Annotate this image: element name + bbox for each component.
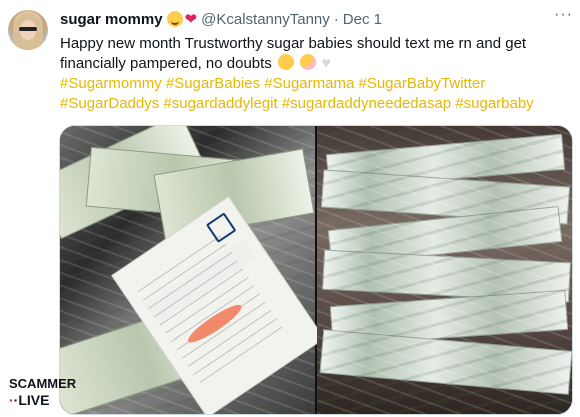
avatar[interactable] [8,10,48,50]
author-name[interactable]: sugar mommy [60,11,163,28]
hashtags-line-2[interactable]: #SugarDaddys #sugardaddylegit #sugardadd… [60,94,565,114]
hashtags-line-1[interactable]: #Sugarmommy #SugarBabies #Sugarmama #Sug… [60,74,565,94]
red-heart-icon: ❤ [184,11,198,28]
money-texture [317,126,572,414]
kissing-face-icon [300,54,317,70]
watermark-line-1: SCAMMER [9,376,77,391]
tweet-card[interactable]: sugar mommy ❤ @KcalstannyTanny · Dec 1 ·… [0,0,580,417]
meta-separator: · [333,10,339,28]
author-handle[interactable]: @KcalstannyTanny [201,11,330,28]
tweet-date[interactable]: Dec 1 [343,11,382,28]
more-options-button[interactable]: ··· [554,6,573,24]
scammer-live-watermark: SCAMMER ··LIVE [9,375,77,409]
tweet-text-line-1: Happy new month Trustworthy sugar babies… [60,35,527,52]
tweet-text-line-2-text: financially pampered, no doubts [60,55,272,72]
tweet-media[interactable] [59,125,573,415]
white-heart-icon: ♥ [321,55,331,72]
tweet-text: Happy new month Trustworthy sugar babies… [60,34,565,114]
tweet-text-line-2: financially pampered, no doubts ♥ [60,54,565,74]
tweet-header: sugar mommy ❤ @KcalstannyTanny · Dec 1 [60,9,382,29]
stack-of-hundred-dollar-bills-photo[interactable] [317,126,572,414]
smiling-face-with-hearts-icon [166,11,183,27]
bank-card-and-cash-photo[interactable] [60,126,324,414]
watermark-line-2-text: ·LIVE [13,392,50,408]
watermark-line-2: ··LIVE [9,392,50,408]
smiling-face-with-hearts-icon [277,54,294,70]
sunglasses-icon [19,27,37,31]
